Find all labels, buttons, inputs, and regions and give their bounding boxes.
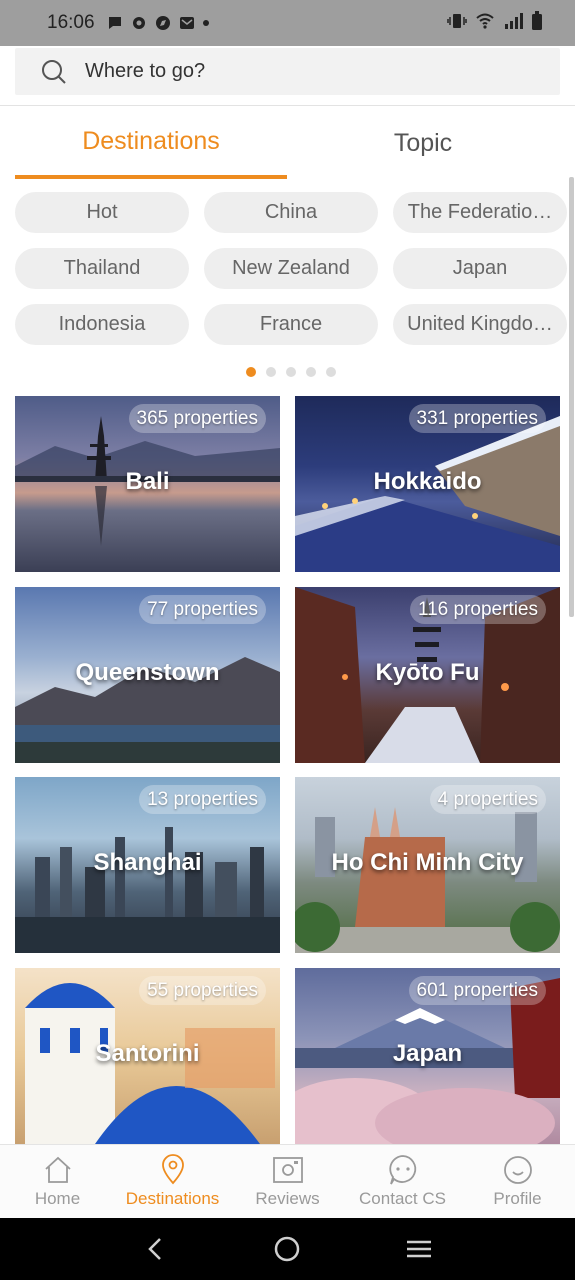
destination-name: Hokkaido bbox=[373, 468, 482, 495]
wifi-icon bbox=[475, 12, 495, 35]
scrollbar[interactable] bbox=[569, 177, 574, 617]
chip-japan[interactable]: Japan bbox=[393, 248, 567, 289]
chip-new-zealand[interactable]: New Zealand bbox=[204, 248, 378, 289]
mail-icon bbox=[179, 15, 195, 31]
notification-icons bbox=[107, 15, 209, 31]
destination-name: Bali bbox=[125, 468, 170, 495]
page-dot-2[interactable] bbox=[265, 367, 276, 377]
tab-destinations[interactable]: Destinations bbox=[15, 107, 287, 179]
chat-icon bbox=[388, 1155, 416, 1185]
nav-home[interactable]: Home bbox=[0, 1145, 115, 1218]
bottom-nav: Home Destinations Reviews Contact CS Pro… bbox=[0, 1144, 575, 1218]
more-notifications-icon bbox=[202, 20, 209, 26]
nav-label: Reviews bbox=[255, 1189, 320, 1208]
compass-icon bbox=[155, 15, 171, 31]
destination-card-queenstown[interactable]: 77 properties Queenstown bbox=[15, 587, 280, 763]
country-chips: Hot China The Federatio… Thailand New Ze… bbox=[15, 192, 570, 345]
destination-card-ho-chi-minh[interactable]: 4 properties Ho Chi Minh City bbox=[295, 777, 560, 953]
properties-count: 116 properties bbox=[409, 595, 546, 624]
nav-label: Contact CS bbox=[359, 1189, 446, 1208]
destination-name: Japan bbox=[392, 1040, 463, 1067]
destination-card-hokkaido[interactable]: 331 properties Hokkaido bbox=[295, 396, 560, 572]
search-placeholder: Where to go? bbox=[85, 60, 206, 82]
tab-topic[interactable]: Topic bbox=[287, 107, 559, 179]
status-bar: 16:06 bbox=[0, 0, 575, 46]
properties-count: 77 properties bbox=[139, 595, 266, 624]
chip-hot[interactable]: Hot bbox=[15, 192, 189, 233]
destination-card-kyoto[interactable]: 116 properties Kyōto Fu bbox=[295, 587, 560, 763]
destination-name: Ho Chi Minh City bbox=[331, 849, 524, 876]
message-icon bbox=[107, 15, 123, 31]
battery-icon bbox=[531, 10, 543, 36]
properties-count: 55 properties bbox=[139, 976, 266, 1005]
destination-name: Shanghai bbox=[93, 849, 202, 876]
gear-icon bbox=[131, 15, 147, 31]
location-pin-icon bbox=[161, 1154, 184, 1185]
chip-federation[interactable]: The Federatio… bbox=[393, 192, 567, 233]
nav-label: Profile bbox=[493, 1189, 542, 1208]
page-dot-5[interactable] bbox=[325, 367, 336, 377]
destination-card-santorini[interactable]: 55 properties Santorini bbox=[15, 968, 280, 1144]
properties-count: 13 properties bbox=[139, 785, 266, 814]
nav-profile[interactable]: Profile bbox=[460, 1145, 575, 1218]
home-circle-icon[interactable] bbox=[272, 1234, 302, 1264]
system-nav-bar bbox=[0, 1218, 575, 1280]
page-dot-3[interactable] bbox=[285, 367, 296, 377]
properties-count: 601 properties bbox=[408, 976, 546, 1005]
chip-france[interactable]: France bbox=[204, 304, 378, 345]
destination-name: Santorini bbox=[95, 1040, 200, 1067]
destination-name: Queenstown bbox=[75, 659, 220, 686]
vibrate-icon bbox=[447, 12, 467, 35]
properties-count: 4 properties bbox=[429, 785, 546, 814]
system-icons bbox=[447, 10, 543, 36]
destination-card-japan[interactable]: 601 properties Japan bbox=[295, 968, 560, 1144]
profile-icon bbox=[503, 1156, 532, 1184]
properties-count: 331 properties bbox=[408, 404, 546, 433]
nav-reviews[interactable]: Reviews bbox=[230, 1145, 345, 1218]
signal-icon bbox=[503, 12, 523, 35]
search-icon bbox=[42, 59, 66, 84]
destination-name: Kyōto Fu bbox=[375, 659, 480, 686]
destination-card-shanghai[interactable]: 13 properties Shanghai bbox=[15, 777, 280, 953]
chip-page-indicator bbox=[0, 367, 575, 377]
camera-icon bbox=[272, 1157, 303, 1183]
nav-label: Home bbox=[34, 1189, 81, 1208]
nav-destinations[interactable]: Destinations bbox=[115, 1145, 230, 1218]
home-icon bbox=[44, 1156, 71, 1183]
recent-apps-icon[interactable] bbox=[404, 1234, 434, 1264]
search-input[interactable]: Where to go? bbox=[15, 48, 560, 95]
search-section: Where to go? bbox=[0, 46, 575, 106]
page-dot-1[interactable] bbox=[245, 367, 256, 377]
nav-label: Destinations bbox=[125, 1189, 220, 1208]
destination-card-bali[interactable]: 365 properties Bali bbox=[15, 396, 280, 572]
properties-count: 365 properties bbox=[128, 404, 266, 433]
destination-tabs: Destinations Topic bbox=[15, 107, 560, 179]
chip-china[interactable]: China bbox=[204, 192, 378, 233]
chip-united-kingdom[interactable]: United Kingdo… bbox=[393, 304, 567, 345]
back-icon[interactable] bbox=[141, 1234, 171, 1264]
status-time: 16:06 bbox=[47, 12, 95, 33]
nav-contact-cs[interactable]: Contact CS bbox=[345, 1145, 460, 1218]
chip-indonesia[interactable]: Indonesia bbox=[15, 304, 189, 345]
chip-thailand[interactable]: Thailand bbox=[15, 248, 189, 289]
page-dot-4[interactable] bbox=[305, 367, 316, 377]
